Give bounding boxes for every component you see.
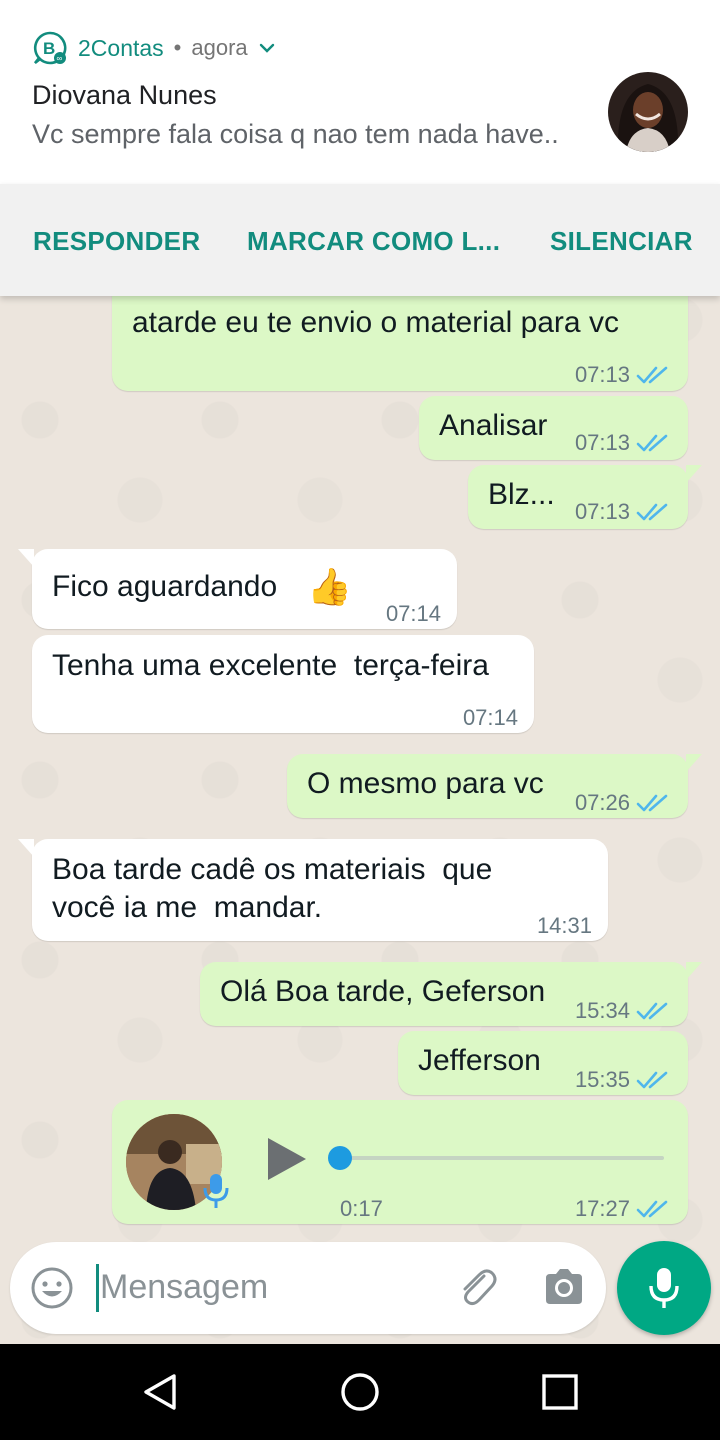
voice-message-bubble[interactable]: 0:17 17:27	[112, 1100, 688, 1224]
emoji-icon[interactable]	[30, 1266, 74, 1310]
message-bubble-outgoing[interactable]: Jefferson 15:35	[398, 1031, 688, 1095]
message-meta: 07:13	[575, 493, 670, 531]
read-ticks-icon	[636, 434, 668, 452]
mic-badge-icon	[203, 1174, 229, 1208]
whatsapp-business-icon: B ∞	[33, 31, 67, 65]
message-meta: 07:13	[575, 424, 670, 462]
message-time: 07:13	[574, 499, 630, 524]
message-text: Boa tarde cadê os materiais que você ia …	[52, 853, 493, 924]
message-time: 15:34	[574, 998, 630, 1023]
sender-avatar	[608, 72, 688, 152]
bubble-tail	[686, 465, 702, 483]
back-icon[interactable]	[140, 1372, 180, 1412]
bubble-tail	[686, 754, 702, 772]
system-navigation-bar	[0, 1344, 720, 1440]
message-time: 17:27	[574, 1196, 630, 1221]
read-ticks-icon	[636, 1200, 668, 1218]
message-time: 15:35	[574, 1067, 630, 1092]
message-bubble-outgoing[interactable]: Olá Boa tarde, Geferson 15:34	[200, 962, 702, 1026]
notification-sender: Diovana Nunes	[32, 80, 217, 110]
text-caret	[96, 1264, 99, 1312]
read-ticks-icon	[636, 503, 668, 521]
message-text: Olá Boa tarde, Geferson	[220, 975, 546, 1008]
voice-progress-track[interactable]	[340, 1156, 664, 1160]
message-composer[interactable]: Mensagem	[10, 1242, 606, 1334]
mark-as-read-button[interactable]: MARCAR COMO L...	[247, 226, 500, 257]
mute-button[interactable]: SILENCIAR	[550, 226, 693, 257]
message-bubble-outgoing[interactable]: Analisar 07:13	[419, 396, 688, 460]
message-meta: 17:27	[575, 1190, 670, 1228]
message-bubble-outgoing[interactable]: O mesmo para vc 07:26	[287, 754, 702, 818]
notification-preview: Vc sempre fala coisa q nao tem nada have…	[32, 119, 559, 149]
message-text: Jefferson	[418, 1044, 541, 1077]
camera-icon[interactable]	[542, 1266, 586, 1308]
message-meta: 07:14	[386, 595, 441, 633]
separator-dot: •	[173, 35, 182, 60]
bubble-tail	[18, 549, 34, 567]
bubble-tail	[686, 962, 702, 980]
message-time: 07:14	[385, 601, 441, 626]
voice-progress-knob[interactable]	[328, 1146, 352, 1170]
play-icon[interactable]	[264, 1136, 308, 1182]
mic-icon	[649, 1268, 679, 1308]
bubble-tail	[18, 839, 34, 857]
attach-icon[interactable]	[454, 1264, 500, 1310]
message-meta: 07:26	[575, 784, 670, 822]
message-bubble-incoming[interactable]: Tenha uma excelente terça-feira 07:14	[32, 635, 534, 733]
message-text: atarde eu te envio o material para vc	[132, 306, 619, 339]
message-meta: 07:13	[575, 356, 670, 394]
message-time: 07:13	[574, 430, 630, 455]
read-ticks-icon	[636, 366, 668, 384]
message-meta: 07:14	[463, 699, 518, 737]
read-ticks-icon	[636, 794, 668, 812]
message-time: 14:31	[536, 913, 592, 938]
message-time: 07:13	[574, 362, 630, 387]
message-time: 07:26	[574, 790, 630, 815]
svg-text:B: B	[43, 39, 55, 58]
home-icon[interactable]	[340, 1372, 380, 1412]
recents-icon[interactable]	[542, 1374, 578, 1410]
notification-card[interactable]: B ∞ 2Contas • agora Diovana Nunes Vc sem…	[0, 0, 720, 184]
notification-header: B ∞ 2Contas • agora	[32, 30, 276, 66]
voice-duration: 0:17	[340, 1196, 383, 1221]
message-meta: 15:35	[575, 1061, 670, 1099]
message-text: Fico aguardando	[52, 570, 278, 603]
message-bubble-incoming[interactable]: Boa tarde cadê os materiais que você ia …	[18, 839, 608, 941]
message-text: O mesmo para vc	[307, 767, 544, 800]
message-bubble-outgoing[interactable]: Blz... 07:13	[468, 465, 702, 531]
reply-button[interactable]: RESPONDER	[33, 226, 200, 257]
sender-photo-icon	[608, 72, 688, 152]
message-text: Tenha uma excelente terça-feira	[52, 649, 489, 682]
chevron-down-icon[interactable]	[258, 39, 276, 57]
svg-text:∞: ∞	[57, 54, 63, 63]
message-text: Blz...	[488, 478, 555, 511]
notification-app-name: 2Contas	[78, 34, 164, 61]
voice-record-button[interactable]	[617, 1241, 711, 1335]
read-ticks-icon	[636, 1071, 668, 1089]
thumbs-up-emoji: 👍	[307, 566, 352, 607]
message-text: Analisar	[439, 409, 548, 442]
notification-time: agora	[191, 35, 248, 60]
message-meta: 14:31	[537, 907, 592, 945]
message-bubble-incoming[interactable]: Fico aguardando 👍 07:14	[18, 549, 457, 629]
message-time: 07:14	[462, 705, 518, 730]
read-ticks-icon	[636, 1002, 668, 1020]
message-input[interactable]: Mensagem	[100, 1268, 268, 1307]
message-meta: 15:34	[575, 992, 670, 1030]
